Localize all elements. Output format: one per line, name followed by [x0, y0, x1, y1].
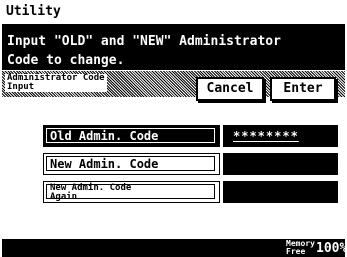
- status-bar: Memory Free 100%: [2, 239, 347, 257]
- message-line-2: Code to change.: [7, 53, 125, 68]
- instruction-message: Input "OLD" and "NEW" Administrator Code…: [2, 26, 345, 70]
- new-admin-code-again-field[interactable]: New Admin. Code Again: [43, 181, 220, 203]
- new-admin-code-value: [223, 153, 338, 175]
- old-admin-code-field[interactable]: Old Admin. Code: [43, 125, 220, 147]
- window-title: Utility: [6, 4, 61, 19]
- new-admin-code-again-label: New Admin. Code Again: [50, 184, 131, 202]
- again-label-line-2: Again: [50, 192, 78, 202]
- memory-free-label: Memory Free: [286, 240, 315, 256]
- new-admin-code-label: New Admin. Code: [50, 157, 159, 171]
- section-label-line-2: Input: [7, 82, 35, 92]
- memory-label-line-2: Free: [286, 247, 306, 256]
- old-admin-code-value: ********: [223, 125, 338, 147]
- enter-button[interactable]: Enter: [270, 77, 336, 101]
- message-line-1: Input "OLD" and "NEW" Administrator: [7, 34, 281, 49]
- new-admin-code-field[interactable]: New Admin. Code: [43, 153, 220, 175]
- old-admin-code-masked: ********: [233, 129, 299, 143]
- section-label: Administrator Code Input: [5, 74, 107, 92]
- cancel-button[interactable]: Cancel: [196, 77, 264, 101]
- old-admin-code-label: Old Admin. Code: [50, 129, 159, 143]
- memory-free-value: 100%: [316, 241, 347, 256]
- title-bar: Utility: [2, 2, 345, 26]
- new-admin-code-again-value: [223, 181, 338, 203]
